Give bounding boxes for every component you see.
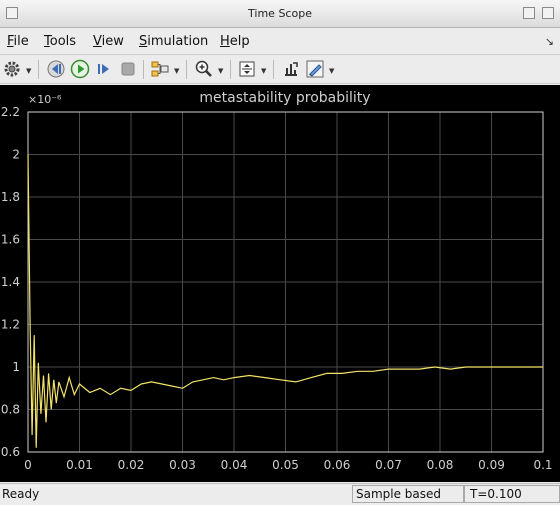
- y-axis-ticks: 0.6 0.8 1 1.2 1.4 1.6 1.8 2 2.2: [1, 105, 20, 459]
- undock-arrow-icon[interactable]: ↘: [545, 35, 554, 48]
- y-tick-label: 0.8: [1, 403, 20, 417]
- plot-title: metastability probability: [199, 90, 370, 106]
- run-icon[interactable]: [70, 59, 90, 79]
- title-bar: Time Scope: [0, 0, 560, 28]
- toolbar-separator: [38, 60, 39, 79]
- scope-display: 0 0.01 0.02 0.03 0.04 0.05 0.06 0.07 0.08 0.09 0.1…: [0, 85, 560, 482]
- x-tick-label: 0: [24, 458, 32, 472]
- x-tick-label: 0.05: [272, 458, 299, 472]
- window-title: Time Scope: [248, 7, 312, 20]
- y-tick-label: 1.2: [1, 318, 20, 332]
- menu-bar: File Tools View Simulation Help ↘: [0, 30, 560, 52]
- y-exponent-label: ×10⁻⁶: [28, 93, 62, 106]
- x-tick-label: 0.03: [169, 458, 196, 472]
- signal-selector-icon[interactable]: [150, 59, 170, 79]
- y-tick-label: 2.2: [1, 105, 20, 119]
- y-tick-label: 0.6: [1, 445, 20, 459]
- stop-icon[interactable]: [118, 59, 138, 79]
- settings-icon[interactable]: [2, 59, 22, 79]
- sample-mode-field: Sample based: [352, 485, 464, 503]
- x-tick-label: 0.01: [66, 458, 93, 472]
- menu-file[interactable]: File: [7, 34, 29, 49]
- y-tick-label: 1: [12, 360, 20, 374]
- y-tick-label: 2: [12, 148, 20, 162]
- toolbar-separator: [273, 60, 274, 79]
- x-tick-label: 0.09: [478, 458, 505, 472]
- y-tick-label: 1.8: [1, 190, 20, 204]
- step-back-icon[interactable]: [46, 59, 66, 79]
- x-tick-label: 0.08: [427, 458, 454, 472]
- menu-simulation[interactable]: Simulation: [139, 34, 208, 49]
- menu-view[interactable]: View: [93, 34, 124, 49]
- toolbar-separator: [186, 60, 187, 79]
- maximize-button[interactable]: [523, 7, 535, 19]
- y-tick-label: 1.4: [1, 275, 20, 289]
- scale-dropdown-icon[interactable]: ▼: [261, 67, 266, 75]
- x-tick-label: 0.04: [221, 458, 248, 472]
- x-tick-label: 0.06: [324, 458, 351, 472]
- toolbar: ▼ ▼ ▼ ▼ ▼: [0, 54, 560, 84]
- zoom-in-icon[interactable]: [194, 59, 214, 79]
- plot-grid: [27, 111, 544, 453]
- signal-dropdown-icon[interactable]: ▼: [174, 67, 179, 75]
- y-tick-label: 1.6: [1, 233, 20, 247]
- status-bar: Ready Sample based T=0.100: [0, 483, 560, 505]
- highlight-dropdown-icon[interactable]: ▼: [329, 67, 334, 75]
- x-tick-label: 0.07: [375, 458, 402, 472]
- x-tick-label: 0.1: [533, 458, 552, 472]
- restore-icon[interactable]: [281, 59, 301, 79]
- sim-time-field: T=0.100: [464, 485, 560, 503]
- step-forward-icon[interactable]: [94, 59, 114, 79]
- highlight-icon[interactable]: [305, 59, 325, 79]
- zoom-dropdown-icon[interactable]: ▼: [218, 67, 223, 75]
- menu-help[interactable]: Help: [220, 34, 250, 49]
- plot-area: 0 0.01 0.02 0.03 0.04 0.05 0.06 0.07 0.08 0.09 0.1…: [1, 90, 553, 472]
- settings-dropdown-icon[interactable]: ▼: [26, 67, 31, 75]
- scale-axes-icon[interactable]: [237, 59, 257, 79]
- close-button[interactable]: [542, 7, 554, 19]
- toolbar-separator: [230, 60, 231, 79]
- x-tick-label: 0.02: [118, 458, 145, 472]
- toolbar-separator: [143, 60, 144, 79]
- status-text: Ready: [2, 487, 40, 501]
- x-axis-ticks: 0 0.01 0.02 0.03 0.04 0.05 0.06 0.07 0.08 0.09 0.1: [24, 458, 552, 472]
- menu-tools[interactable]: Tools: [44, 34, 76, 49]
